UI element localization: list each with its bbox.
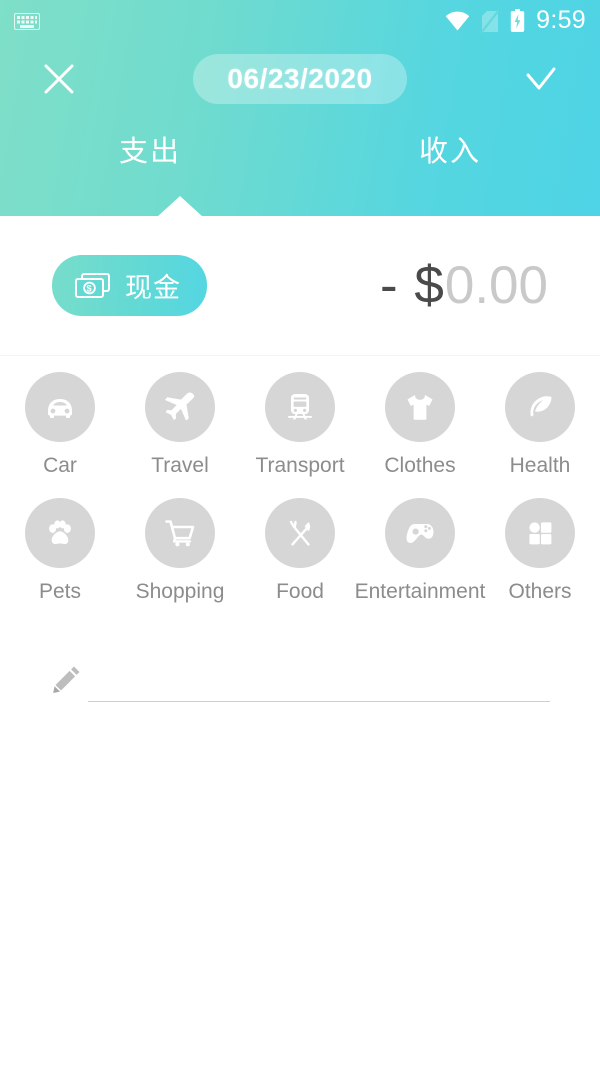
note-inner xyxy=(50,662,550,702)
category-label: Travel xyxy=(151,454,209,477)
category-car[interactable]: Car xyxy=(0,362,120,488)
check-icon xyxy=(524,62,558,96)
category-label: Clothes xyxy=(384,454,456,477)
category-label: Transport xyxy=(255,454,345,477)
category-travel[interactable]: Travel xyxy=(120,362,240,488)
category-grid: Car Travel Transport Clothes Health Pets… xyxy=(0,362,600,614)
battery-charging-icon xyxy=(510,9,525,33)
pencil-icon[interactable] xyxy=(50,662,84,702)
account-amount-row: $ 现金 - $ 0.00 xyxy=(0,216,600,356)
car-icon xyxy=(40,387,80,427)
active-tab-pointer xyxy=(157,196,203,217)
category-label: Shopping xyxy=(135,580,225,603)
category-label: Pets xyxy=(38,580,82,603)
amount-value: 0.00 xyxy=(444,256,548,315)
category-label: Entertainment xyxy=(354,580,486,603)
tab-expense-label: 支出 xyxy=(118,136,181,168)
app-screen: 9:59 06/23/2020 支出 收入 $ 现金 - $ 0.00 Car … xyxy=(0,0,600,1067)
category-label: Others xyxy=(508,580,572,603)
category-icon-circle xyxy=(145,498,215,568)
confirm-button[interactable] xyxy=(518,56,564,102)
banknote-dollar-icon: $ xyxy=(74,272,112,300)
category-transport[interactable]: Transport xyxy=(240,362,360,488)
category-icon-circle xyxy=(145,372,215,442)
paw-icon xyxy=(40,513,80,553)
category-icon-circle xyxy=(385,372,455,442)
svg-text:$: $ xyxy=(86,283,92,294)
account-label: 现金 xyxy=(125,273,181,303)
category-entertainment[interactable]: Entertainment xyxy=(355,488,485,614)
category-health[interactable]: Health xyxy=(480,362,600,488)
status-bar: 9:59 xyxy=(0,0,600,42)
tab-income[interactable]: 收入 xyxy=(300,118,600,180)
note-input[interactable] xyxy=(88,670,550,700)
close-icon xyxy=(42,62,76,96)
status-bar-right: 9:59 xyxy=(445,8,586,34)
status-bar-time: 9:59 xyxy=(536,6,586,34)
top-bar: 06/23/2020 xyxy=(0,52,600,106)
category-label: Food xyxy=(276,580,324,603)
fork-knife-icon xyxy=(280,513,320,553)
category-clothes[interactable]: Clothes xyxy=(360,362,480,488)
date-picker-button[interactable]: 06/23/2020 xyxy=(193,54,407,104)
category-pets[interactable]: Pets xyxy=(0,488,120,614)
category-icon-circle xyxy=(505,372,575,442)
category-icon-circle xyxy=(265,498,335,568)
empty-content-area xyxy=(0,702,600,1067)
category-icon-circle xyxy=(385,498,455,568)
category-others[interactable]: Others xyxy=(480,488,600,614)
airplane-icon xyxy=(160,387,200,427)
train-icon xyxy=(280,387,320,427)
note-row xyxy=(0,630,600,702)
category-label: Car xyxy=(43,454,77,477)
date-label: 06/23/2020 xyxy=(227,63,373,94)
header: 9:59 06/23/2020 支出 收入 xyxy=(0,0,600,217)
wifi-icon xyxy=(445,11,470,31)
shopping-cart-icon xyxy=(160,513,200,553)
category-icon-circle xyxy=(265,372,335,442)
account-selector-button[interactable]: $ 现金 xyxy=(52,255,207,316)
leaf-icon xyxy=(520,387,560,427)
type-tabs: 支出 收入 xyxy=(0,118,600,180)
status-bar-left xyxy=(14,12,40,30)
sim-card-off-icon xyxy=(481,9,500,33)
tab-expense[interactable]: 支出 xyxy=(0,118,300,180)
tshirt-icon xyxy=(400,387,440,427)
category-shopping[interactable]: Shopping xyxy=(120,488,240,614)
category-icon-circle xyxy=(25,498,95,568)
note-underline xyxy=(88,670,550,702)
close-button[interactable] xyxy=(36,56,82,102)
category-icon-circle xyxy=(25,372,95,442)
tab-income-label: 收入 xyxy=(418,136,481,168)
category-icon-circle xyxy=(505,498,575,568)
amount-display[interactable]: - $ 0.00 xyxy=(380,255,548,316)
keyboard-icon xyxy=(14,12,40,30)
category-label: Health xyxy=(509,454,571,477)
amount-sign: - $ xyxy=(379,256,445,315)
category-food[interactable]: Food xyxy=(240,488,360,614)
grid-icon xyxy=(520,513,560,553)
gamepad-icon xyxy=(400,513,440,553)
